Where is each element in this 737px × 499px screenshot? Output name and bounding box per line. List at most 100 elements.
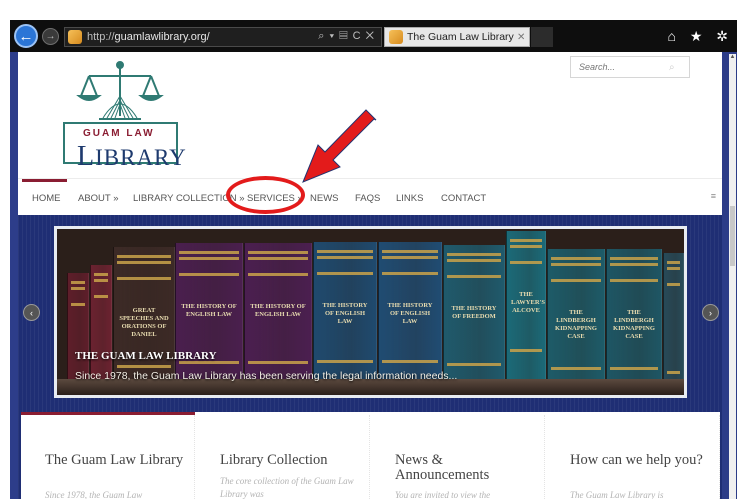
logo-library-text: LIBRARY [77, 141, 187, 172]
slider-prev-icon[interactable]: ‹ [23, 304, 40, 321]
book-spine-band [117, 277, 171, 280]
book-spine-band [667, 371, 680, 374]
feature-box-title[interactable]: The Guam Law Library [45, 453, 185, 468]
book-spine: THE HISTORY OF ENGLISH LAW [175, 243, 243, 383]
book-spine-band [510, 245, 542, 248]
feature-box-news[interactable]: News & Announcements You are invited to … [371, 415, 545, 499]
tab-title: The Guam Law Library | gu... [407, 31, 515, 43]
book-spine-band [248, 251, 308, 254]
forward-arrow-icon[interactable]: → [42, 28, 59, 45]
feature-box-text: The Guam Law Library is [570, 490, 664, 499]
book-spine-label: THE HISTORY OF ENGLISH LAW [387, 302, 433, 326]
feature-box-text: You are invited to view the [395, 490, 491, 499]
book-spine: GREAT SPEECHES AND ORATIONS OF DANIEL [113, 247, 175, 383]
nav-item-links[interactable]: LINKS [396, 193, 423, 204]
feature-box-help[interactable]: How can we help you? The Guam Law Librar… [546, 415, 720, 499]
book-spine-band [94, 273, 108, 276]
feature-box-title[interactable]: Library Collection [220, 453, 360, 468]
annotation-circle [226, 176, 305, 214]
nav-item-home[interactable]: HOME [32, 193, 61, 204]
book-spine-band [510, 261, 542, 264]
search-icon[interactable]: ⌕ [669, 62, 675, 73]
book-spine-label: THE HISTORY OF ENGLISH LAW [322, 302, 368, 326]
tab-close-icon[interactable]: ✕ [517, 32, 525, 43]
book-spine-label: GREAT SPEECHES AND ORATIONS OF DANIEL [119, 307, 169, 339]
address-bar-tools-icon[interactable]: ⌕ ▾ ▤ C ✕ [318, 30, 375, 43]
book-spine-label: THE LINDBERGH KIDNAPPING CASE [555, 309, 597, 341]
main-navigation: HOME ABOUT » LIBRARY COLLECTION » SERVIC… [18, 178, 722, 215]
book-spine: THE LAWYER'S ALCOVE [506, 231, 546, 383]
nav-item-faqs[interactable]: FAQS [355, 193, 380, 204]
web-page: GUAM LAW LIBRARY ⌕ HOME ABOUT » LIBRARY … [18, 52, 722, 499]
top-margin [0, 0, 737, 20]
book-spine-band [382, 272, 438, 275]
book-spine-band [71, 281, 85, 284]
book-spine-label: THE HISTORY OF ENGLISH LAW [181, 303, 237, 319]
feature-box-text: The core collection of the Guam Law Libr… [220, 476, 354, 499]
home-favorites-settings-icon[interactable]: ⌂ ★ ✲ [667, 28, 733, 45]
book-spine-band [94, 279, 108, 282]
book-spine-band [94, 295, 108, 298]
book-spine-band [510, 239, 542, 242]
nav-item-news[interactable]: NEWS [310, 193, 339, 204]
book-spine: THE HISTORY OF ENGLISH LAW [313, 242, 377, 383]
book-spine: THE LINDBERGH KIDNAPPING CASE [547, 249, 605, 383]
book-spine: THE LINDBERGH KIDNAPPING CASE [606, 249, 662, 383]
address-bar[interactable]: http://guamlawlibrary.org/ ⌕ ▾ ▤ C ✕ [64, 27, 382, 47]
book-spine: THE HISTORY OF FREEDOM [443, 245, 505, 383]
hero-slider[interactable]: THE LINDBERGH KIDNAPPING CASE THE LINDBER… [54, 226, 687, 398]
window-frame-left [10, 52, 18, 499]
slider-next-icon[interactable]: › [702, 304, 719, 321]
vertical-scrollbar[interactable]: ▲ [729, 54, 736, 499]
book-spine-band [667, 267, 680, 270]
nav-item-about[interactable]: ABOUT » [78, 193, 118, 204]
slide-caption-title: THE GUAM LAW LIBRARY [75, 350, 217, 362]
site-favicon-icon [68, 30, 82, 44]
book-spine-band [610, 263, 658, 266]
book-spine-band [71, 303, 85, 306]
book-spine-band [71, 287, 85, 290]
feature-box-collection[interactable]: Library Collection The core collection o… [196, 415, 370, 499]
book-spine-band [382, 360, 438, 363]
search-input[interactable] [579, 62, 669, 72]
book-spine-band [317, 250, 373, 253]
book-spine-band [179, 273, 239, 276]
feature-box-title[interactable]: News & Announcements [395, 453, 535, 483]
book-spine-band [551, 263, 601, 266]
book-spine-band [382, 250, 438, 253]
book-spine-label: THE LAWYER'S ALCOVE [511, 291, 545, 315]
nav-item-contact[interactable]: CONTACT [441, 193, 486, 204]
book-spine-band [667, 283, 680, 286]
feature-boxes: The Guam Law Library Since 1978, the Gua… [21, 412, 720, 499]
menu-more-icon[interactable]: ≡ [711, 191, 716, 201]
feature-box-title[interactable]: How can we help you? [570, 453, 710, 468]
scrollbar-thumb[interactable] [730, 206, 735, 266]
search-box[interactable]: ⌕ [570, 56, 690, 78]
book-spine-band [317, 256, 373, 259]
site-header: GUAM LAW LIBRARY ⌕ [18, 52, 722, 178]
address-url[interactable]: http://guamlawlibrary.org/ [87, 31, 210, 43]
book-spine-band [317, 360, 373, 363]
book-spine-band [382, 256, 438, 259]
book-spine-band [510, 349, 542, 352]
back-arrow-icon[interactable]: ← [14, 24, 38, 48]
nav-active-indicator [22, 179, 67, 182]
book-spine: THE HISTORY OF ENGLISH LAW [378, 242, 442, 383]
book-spine-band [610, 257, 658, 260]
book-spine-label: THE LINDBERGH KIDNAPPING CASE [613, 309, 655, 341]
feature-box-about[interactable]: The Guam Law Library Since 1978, the Gua… [21, 415, 195, 499]
book-spine-band [447, 253, 501, 256]
browser-toolbar: ← → http://guamlawlibrary.org/ ⌕ ▾ ▤ C ✕… [10, 20, 737, 52]
book-spine-band [447, 259, 501, 262]
book-spine-band [610, 279, 658, 282]
new-tab-button[interactable] [531, 27, 553, 47]
scroll-up-icon[interactable]: ▲ [729, 54, 736, 60]
tab-favicon-icon [389, 30, 403, 44]
site-logo[interactable]: GUAM LAW LIBRARY [63, 60, 186, 172]
book-spine-band [117, 255, 171, 258]
book-spine [663, 253, 684, 383]
book-spine-band [447, 275, 501, 278]
browser-tab-active[interactable]: The Guam Law Library | gu... ✕ [384, 27, 530, 47]
book-spine-label: THE HISTORY OF ENGLISH LAW [250, 303, 306, 319]
book-spine-band [117, 365, 171, 368]
